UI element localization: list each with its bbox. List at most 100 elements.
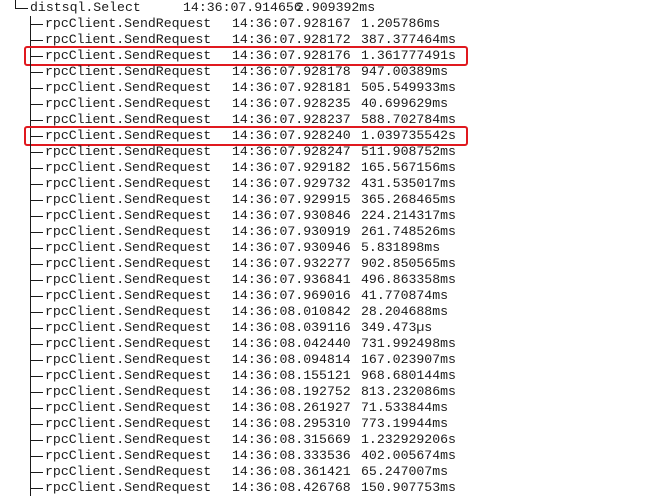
span-name: rpcClient.SendRequest bbox=[45, 480, 212, 495]
span-duration: 167.023907ms bbox=[361, 352, 456, 367]
tree-connector bbox=[30, 368, 44, 384]
trace-span-row: rpcClient.SendRequest 14:36:07.928167 1.20… bbox=[0, 16, 647, 32]
tree-connector bbox=[30, 16, 44, 32]
trace-span-row: rpcClient.SendRequest 14:36:07.928247 511.… bbox=[0, 144, 647, 160]
trace-span-row: rpcClient.SendRequest 14:36:07.930946 5.83… bbox=[0, 240, 647, 256]
tree-connector bbox=[30, 80, 44, 96]
span-name: rpcClient.SendRequest bbox=[45, 352, 212, 367]
span-name: rpcClient.SendRequest bbox=[45, 464, 212, 479]
trace-span-row: rpcClient.SendRequest 14:36:08.333536 402.… bbox=[0, 448, 647, 464]
span-duration: 731.992498ms bbox=[361, 336, 456, 351]
trace-span-row: rpcClient.SendRequest 14:36:08.010842 28.2… bbox=[0, 304, 647, 320]
span-start-time: 14:36:08.042440 bbox=[232, 336, 351, 351]
span-start-time: 14:36:08.010842 bbox=[232, 304, 351, 319]
trace-span-row: rpcClient.SendRequest 14:36:07.932277 902.… bbox=[0, 256, 647, 272]
tree-connector bbox=[30, 384, 44, 400]
tree-connector bbox=[30, 144, 44, 160]
span-name: rpcClient.SendRequest bbox=[45, 144, 212, 159]
trace-tree-view: distsql.Select 14:36:07.914656 2.909392m… bbox=[0, 0, 647, 500]
span-duration: 496.863358ms bbox=[361, 272, 456, 287]
tree-connector bbox=[30, 208, 44, 224]
span-name: rpcClient.SendRequest bbox=[45, 368, 212, 383]
span-duration: 1.205786ms bbox=[361, 16, 441, 31]
trace-span-row: rpcClient.SendRequest 14:36:07.936841 496.… bbox=[0, 272, 647, 288]
span-duration: 150.907753ms bbox=[361, 480, 456, 495]
span-name: rpcClient.SendRequest bbox=[45, 320, 212, 335]
span-name: rpcClient.SendRequest bbox=[45, 160, 212, 175]
tree-connector bbox=[30, 240, 44, 256]
span-duration: 365.268465ms bbox=[361, 192, 456, 207]
trace-span-row: rpcClient.SendRequest 14:36:07.928178 947.… bbox=[0, 64, 647, 80]
highlight-box bbox=[24, 126, 468, 146]
span-name: rpcClient.SendRequest bbox=[45, 176, 212, 191]
span-start-time: 14:36:07.928178 bbox=[232, 64, 351, 79]
tree-connector bbox=[30, 336, 44, 352]
span-start-time: 14:36:07.932277 bbox=[232, 256, 351, 271]
tree-connector bbox=[30, 176, 44, 192]
span-start-time: 14:36:08.333536 bbox=[232, 448, 351, 463]
span-start-time: 14:36:08.155121 bbox=[232, 368, 351, 383]
tree-connector bbox=[30, 96, 44, 112]
highlight-box bbox=[24, 46, 468, 66]
span-start-time: 14:36:07.929182 bbox=[232, 160, 351, 175]
tree-connector bbox=[30, 464, 44, 480]
span-duration: 813.232086ms bbox=[361, 384, 456, 399]
span-name: rpcClient.SendRequest bbox=[45, 304, 212, 319]
span-start-time: 14:36:08.039116 bbox=[232, 320, 351, 335]
span-name: rpcClient.SendRequest bbox=[45, 384, 212, 399]
span-name: rpcClient.SendRequest bbox=[45, 448, 212, 463]
span-name: rpcClient.SendRequest bbox=[45, 96, 212, 111]
tree-connector bbox=[15, 0, 29, 16]
span-name: rpcClient.SendRequest bbox=[45, 272, 212, 287]
trace-span-row: rpcClient.SendRequest 14:36:08.361421 65.2… bbox=[0, 464, 647, 480]
trace-span-row: rpcClient.SendRequest 14:36:07.928181 505.… bbox=[0, 80, 647, 96]
span-start-time: 14:36:08.295310 bbox=[232, 416, 351, 431]
span-name: rpcClient.SendRequest bbox=[45, 432, 212, 447]
trace-span-row: rpcClient.SendRequest 14:36:08.155121 968.… bbox=[0, 368, 647, 384]
tree-connector bbox=[30, 224, 44, 240]
span-name: rpcClient.SendRequest bbox=[45, 336, 212, 351]
span-name: rpcClient.SendRequest bbox=[45, 400, 212, 415]
span-duration: 71.533844ms bbox=[361, 400, 449, 415]
trace-span-row: rpcClient.SendRequest 14:36:07.928235 40.6… bbox=[0, 96, 647, 112]
span-duration: 505.549933ms bbox=[361, 80, 456, 95]
span-name: rpcClient.SendRequest bbox=[45, 16, 212, 31]
span-duration: 165.567156ms bbox=[361, 160, 456, 175]
span-start-time: 14:36:07.914656 bbox=[183, 0, 302, 15]
tree-connector bbox=[30, 416, 44, 432]
span-start-time: 14:36:08.261927 bbox=[232, 400, 351, 415]
span-start-time: 14:36:07.928167 bbox=[232, 16, 351, 31]
span-duration: 511.908752ms bbox=[361, 144, 456, 159]
span-duration: 5.831898ms bbox=[361, 240, 441, 255]
trace-span-row: rpcClient.SendRequest 14:36:07.929732 431.… bbox=[0, 176, 647, 192]
trace-parent-span: distsql.Select 14:36:07.914656 2.909392m… bbox=[0, 0, 647, 16]
span-name: rpcClient.SendRequest bbox=[45, 224, 212, 239]
span-duration: 2.909392ms bbox=[296, 0, 376, 15]
trace-span-row: rpcClient.SendRequest 14:36:07.930919 261.… bbox=[0, 224, 647, 240]
span-start-time: 14:36:07.930846 bbox=[232, 208, 351, 223]
trace-span-row: rpcClient.SendRequest 14:36:08.042440 731.… bbox=[0, 336, 647, 352]
tree-connector bbox=[30, 272, 44, 288]
span-duration: 40.699629ms bbox=[361, 96, 449, 111]
span-name: rpcClient.SendRequest bbox=[45, 208, 212, 223]
trace-span-row: rpcClient.SendRequest 14:36:07.929182 165.… bbox=[0, 160, 647, 176]
trace-span-row: rpcClient.SendRequest 14:36:08.315669 1.23… bbox=[0, 432, 647, 448]
tree-connector bbox=[30, 400, 44, 416]
tree-connector bbox=[30, 304, 44, 320]
tree-connector bbox=[30, 480, 44, 496]
trace-span-row: rpcClient.SendRequest 14:36:08.039116 349.… bbox=[0, 320, 647, 336]
span-duration: 902.850565ms bbox=[361, 256, 456, 271]
tree-connector bbox=[30, 320, 44, 336]
tree-connector bbox=[30, 352, 44, 368]
trace-span-row: rpcClient.SendRequest 14:36:08.261927 71.5… bbox=[0, 400, 647, 416]
span-name: rpcClient.SendRequest bbox=[45, 256, 212, 271]
span-duration: 224.214317ms bbox=[361, 208, 456, 223]
span-start-time: 14:36:07.928181 bbox=[232, 80, 351, 95]
span-start-time: 14:36:08.361421 bbox=[232, 464, 351, 479]
span-duration: 28.204688ms bbox=[361, 304, 449, 319]
span-start-time: 14:36:07.929915 bbox=[232, 192, 351, 207]
span-start-time: 14:36:07.930946 bbox=[232, 240, 351, 255]
span-start-time: 14:36:08.315669 bbox=[232, 432, 351, 447]
span-duration: 349.473µs bbox=[361, 320, 433, 335]
span-duration: 947.00389ms bbox=[361, 64, 449, 79]
